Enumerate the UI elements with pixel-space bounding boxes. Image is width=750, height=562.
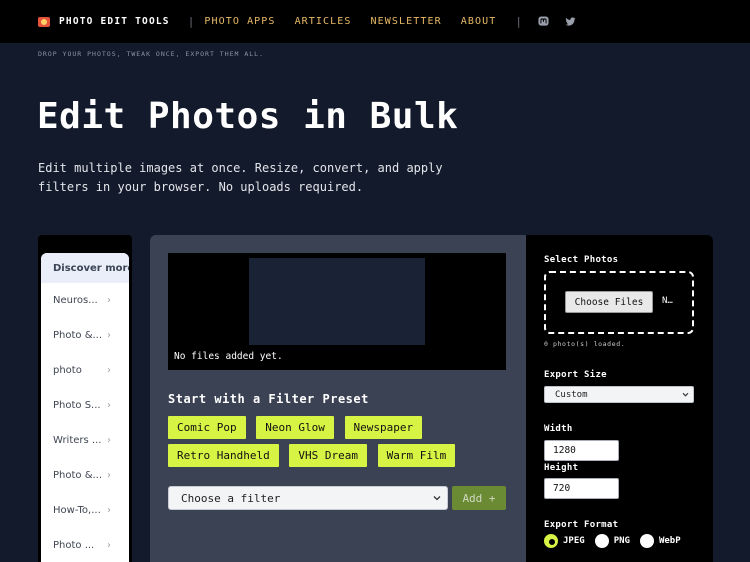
nav-separator: | [515,15,522,28]
camera-logo-icon [38,16,50,27]
preset-vhs-dream[interactable]: VHS Dream [289,444,367,467]
export-format-label: Export Format [544,520,619,530]
chevron-right-icon: › [107,505,111,516]
chevron-right-icon: › [107,540,111,551]
nav-separator: | [187,15,195,28]
list-item[interactable]: Writers ... › [41,423,129,458]
filter-preset-list: Comic Pop Neon Glow Newspaper Retro Hand… [168,416,508,472]
list-item[interactable]: How-To,... › [41,493,129,528]
chevron-right-icon: › [107,295,111,306]
chevron-right-icon: › [107,400,111,411]
discover-more-list: Discover more Neuros... › Photo &... › pho… [41,253,129,562]
twitter-icon[interactable] [565,16,576,27]
format-radio-webp[interactable]: WebP [639,534,681,548]
settings-panel: Select Photos Choose Files N… 0 photo(s)… [526,235,713,562]
image-preview: No files added yet. [168,253,506,370]
height-label: Height [544,463,579,473]
export-size-label: Export Size [544,370,607,380]
height-input[interactable]: 720 [544,478,619,499]
brand[interactable]: PHOTO EDIT TOOLS [38,16,170,27]
add-filter-button[interactable]: Add + [452,486,506,510]
nav-link-photo-apps[interactable]: PHOTO APPS [204,16,275,27]
top-navigation-bar: PHOTO EDIT TOOLS | PHOTO APPS ARTICLES N… [0,0,750,43]
select-photos-label: Select Photos [544,255,619,265]
radio-checked-icon [544,534,558,548]
preset-retro-handheld[interactable]: Retro Handheld [168,444,279,467]
tagline: DROP YOUR PHOTOS, TWEAK ONCE, EXPORT THE… [38,50,265,58]
width-input[interactable]: 1280 [544,440,619,461]
list-item[interactable]: Photo &... › [41,318,129,353]
brand-name: PHOTO EDIT TOOLS [59,16,170,27]
list-item[interactable]: Photo &... › [41,458,129,493]
export-size-select[interactable]: Custom [544,386,694,403]
main-nav: PHOTO APPS ARTICLES NEWSLETTER ABOUT [204,16,515,27]
list-item[interactable]: Photo S... › [41,388,129,423]
discover-more-header: Discover more [41,253,129,283]
export-format-options: JPEG PNG WebP [544,534,691,548]
preset-warm-film[interactable]: Warm Film [377,444,456,467]
chevron-right-icon: › [107,470,111,481]
preset-newspaper[interactable]: Newspaper [344,416,423,439]
preview-canvas [249,258,425,345]
social-links [538,16,576,27]
chevron-right-icon: › [107,435,111,446]
list-item[interactable]: Neuros... › [41,283,129,318]
nav-link-about[interactable]: ABOUT [461,16,497,27]
preset-neon-glow[interactable]: Neon Glow [256,416,334,439]
photos-loaded-count: 0 photo(s) loaded. [544,340,626,348]
width-label: Width [544,424,573,434]
list-item[interactable]: Photo ... › [41,528,129,562]
mastodon-icon[interactable] [538,16,549,27]
sidebar-ad-column: Discover more Neuros... › Photo &... › pho… [38,235,132,562]
list-item[interactable]: photo › [41,353,129,388]
filter-select-value: Choose a filter [181,491,281,505]
radio-unchecked-icon [594,534,609,548]
export-size-value: Custom [555,389,588,400]
nav-link-articles[interactable]: ARTICLES [295,16,352,27]
choose-files-button[interactable]: Choose Files [565,291,653,313]
format-radio-png[interactable]: PNG [594,534,630,548]
photo-dropzone[interactable]: Choose Files N… [544,271,694,334]
nav-link-newsletter[interactable]: NEWSLETTER [371,16,442,27]
preset-comic-pop[interactable]: Comic Pop [168,416,246,439]
file-input-status: N… [662,296,673,306]
chevron-right-icon: › [107,365,111,376]
hero-description: Edit multiple images at once. Resize, co… [38,161,443,194]
filter-select[interactable]: Choose a filter [168,486,448,510]
filter-preset-heading: Start with a Filter Preset [168,392,369,406]
radio-unchecked-icon [639,534,654,548]
format-radio-jpeg[interactable]: JPEG [544,534,585,548]
editor-panel: No files added yet. Start with a Filter … [150,235,540,562]
chevron-right-icon: › [107,330,111,341]
preview-status: No files added yet. [174,351,283,362]
chevron-down-icon [682,392,689,397]
page-title: Edit Photos in Bulk [37,96,459,137]
chevron-down-icon [433,496,441,501]
